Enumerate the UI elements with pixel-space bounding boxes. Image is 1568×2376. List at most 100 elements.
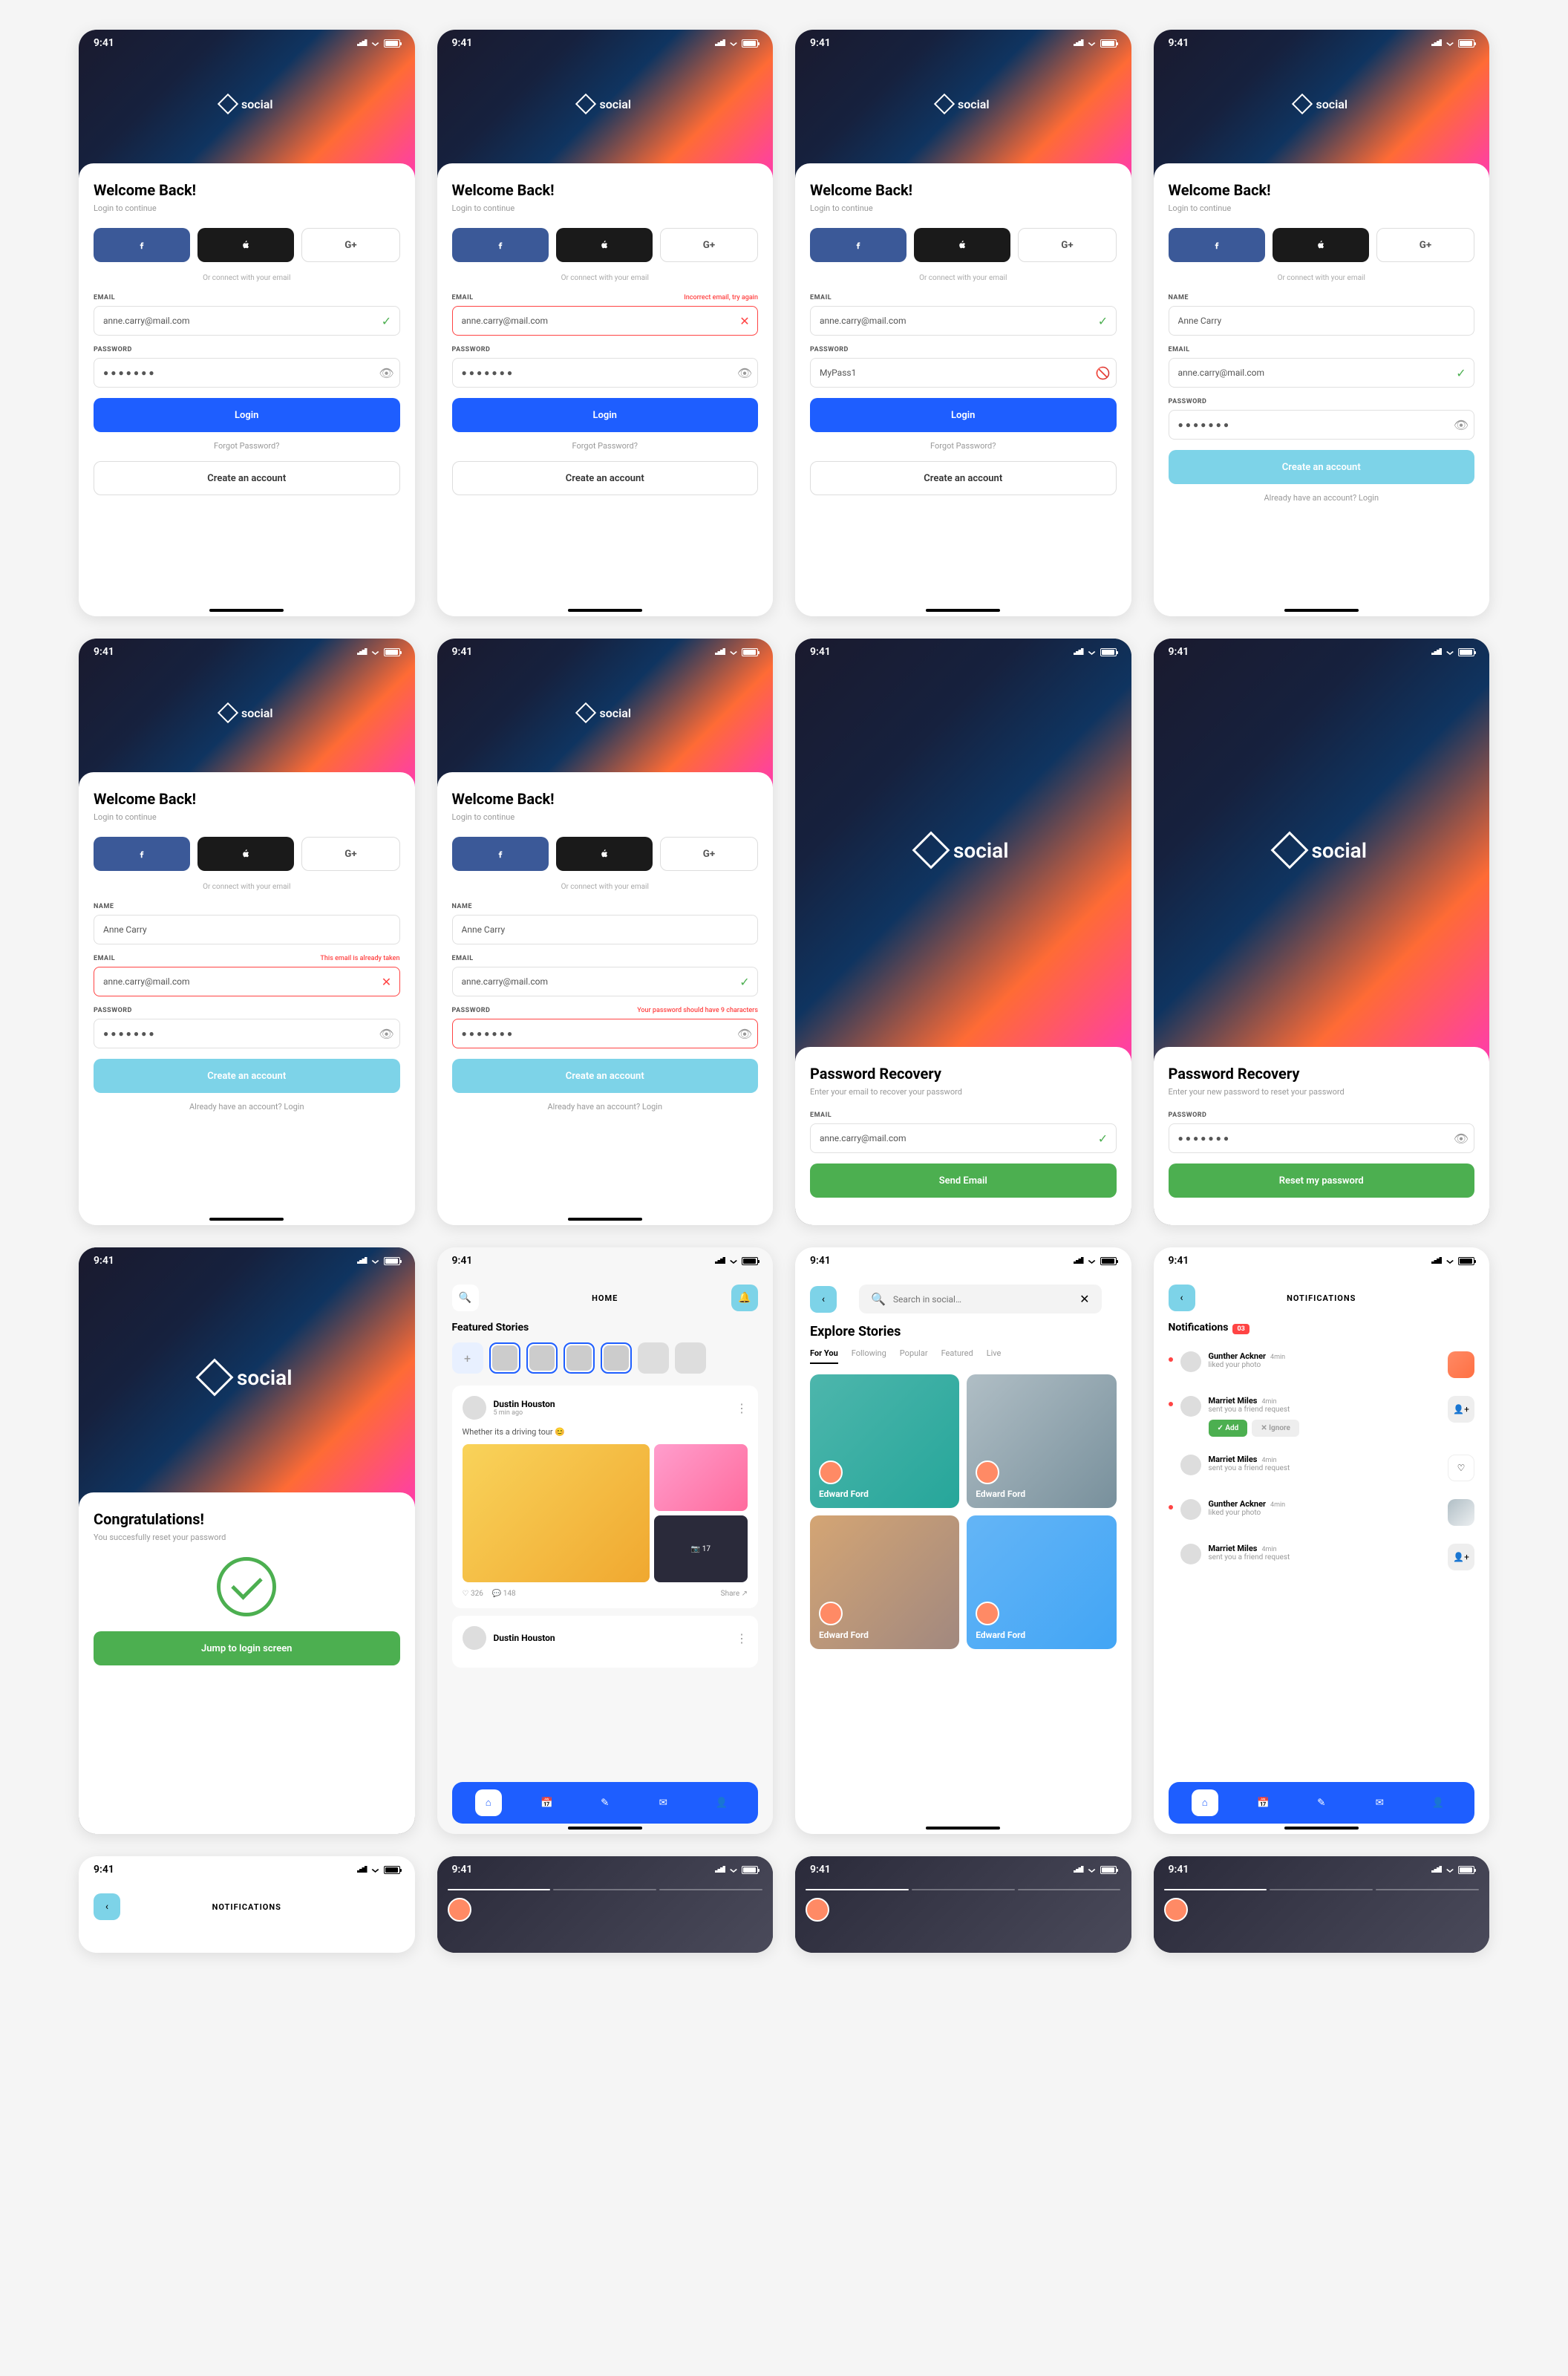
reset-password-button[interactable]: Reset my password <box>1169 1163 1475 1198</box>
create-account-button[interactable]: Create an account <box>94 461 400 495</box>
story-item[interactable] <box>601 1342 632 1374</box>
name-input[interactable] <box>1169 306 1475 336</box>
photo-count[interactable]: 📷 17 <box>654 1515 748 1582</box>
email-input[interactable] <box>810 306 1117 336</box>
nav-home[interactable]: ⌂ <box>475 1789 502 1816</box>
post-photo[interactable] <box>654 1444 748 1511</box>
email-input[interactable] <box>94 306 400 336</box>
google-button[interactable]: G+ <box>660 837 758 871</box>
explore-card[interactable]: Edward Ford <box>810 1515 959 1649</box>
login-button[interactable]: Login <box>94 398 400 432</box>
friend-icon[interactable]: 👤+ <box>1448 1396 1474 1423</box>
facebook-button[interactable] <box>810 228 906 262</box>
back-button[interactable]: ‹ <box>810 1286 837 1313</box>
create-account-button[interactable]: Create an account <box>452 461 759 495</box>
nav-calendar[interactable]: 📅 <box>533 1789 560 1816</box>
google-button[interactable]: G+ <box>301 228 399 262</box>
eye-icon[interactable]: 👁 <box>739 1028 751 1040</box>
add-friend-button[interactable]: ✓ Add <box>1209 1420 1248 1437</box>
heart-icon[interactable]: ♡ <box>1448 1455 1474 1481</box>
apple-button[interactable] <box>197 228 294 262</box>
notification-item[interactable]: Marriet Miles4minsent you a friend reque… <box>1154 1446 1490 1490</box>
story-item[interactable] <box>675 1342 706 1374</box>
create-account-button[interactable]: Create an account <box>94 1059 400 1093</box>
login-button[interactable]: Login <box>452 398 759 432</box>
apple-button[interactable] <box>914 228 1010 262</box>
eye-icon[interactable]: 👁 <box>739 367 751 379</box>
avatar[interactable] <box>1180 1499 1201 1520</box>
apple-button[interactable] <box>556 228 653 262</box>
story-item[interactable] <box>638 1342 669 1374</box>
eye-icon[interactable]: 👁 <box>1455 1132 1467 1144</box>
name-input[interactable] <box>452 915 759 944</box>
nav-compose[interactable]: ✎ <box>592 1789 618 1816</box>
password-input[interactable] <box>94 1019 400 1048</box>
nav-messages[interactable]: ✉ <box>650 1789 676 1816</box>
email-input[interactable] <box>452 967 759 996</box>
password-input[interactable] <box>452 358 759 388</box>
explore-card[interactable]: Edward Ford <box>967 1374 1116 1508</box>
password-input[interactable] <box>94 358 400 388</box>
search-bar[interactable]: 🔍 ✕ <box>859 1285 1102 1313</box>
nav-calendar[interactable]: 📅 <box>1250 1789 1276 1816</box>
facebook-button[interactable] <box>94 228 190 262</box>
notifications-button[interactable]: 🔔 <box>731 1285 758 1311</box>
photo-thumb[interactable] <box>1448 1499 1474 1526</box>
nav-compose[interactable]: ✎ <box>1308 1789 1335 1816</box>
avatar[interactable] <box>1180 1455 1201 1475</box>
facebook-button[interactable] <box>1169 228 1265 262</box>
clear-icon[interactable]: ✕ <box>1079 1292 1089 1306</box>
email-input[interactable] <box>452 306 759 336</box>
facebook-button[interactable] <box>94 837 190 871</box>
avatar[interactable] <box>463 1626 486 1650</box>
email-input[interactable] <box>810 1123 1117 1153</box>
password-input[interactable] <box>1169 1123 1475 1153</box>
tab-live[interactable]: Live <box>987 1348 1002 1364</box>
more-icon[interactable]: ⋮ <box>736 1631 748 1645</box>
google-button[interactable]: G+ <box>660 228 758 262</box>
nav-profile[interactable]: 👤 <box>708 1789 735 1816</box>
photo-thumb[interactable] <box>1448 1351 1474 1378</box>
search-button[interactable]: 🔍 <box>452 1285 479 1311</box>
create-account-button[interactable]: Create an account <box>452 1059 759 1093</box>
notification-item[interactable]: Marriet Miles4minsent you a friend reque… <box>1154 1387 1490 1446</box>
google-button[interactable]: G+ <box>1376 228 1474 262</box>
back-button[interactable]: ‹ <box>1169 1285 1195 1311</box>
explore-card[interactable]: Edward Ford <box>967 1515 1116 1649</box>
has-account-link[interactable]: Already have an account? Login <box>1169 493 1475 503</box>
story-author-avatar[interactable] <box>448 1898 471 1922</box>
nav-home[interactable]: ⌂ <box>1192 1789 1218 1816</box>
story-item[interactable] <box>489 1342 520 1374</box>
nav-messages[interactable]: ✉ <box>1366 1789 1393 1816</box>
comments-count[interactable]: 💬 148 <box>492 1590 516 1598</box>
notification-item[interactable]: Gunther Ackner4minliked your photo <box>1154 1490 1490 1535</box>
ignore-button[interactable]: ✕ Ignore <box>1252 1420 1299 1437</box>
nav-profile[interactable]: 👤 <box>1425 1789 1451 1816</box>
share-button[interactable]: Share ↗ <box>721 1590 748 1598</box>
search-input[interactable] <box>893 1294 1072 1305</box>
explore-card[interactable]: Edward Ford <box>810 1374 959 1508</box>
story-author-avatar[interactable] <box>806 1898 829 1922</box>
jump-login-button[interactable]: Jump to login screen <box>94 1631 400 1665</box>
email-input[interactable] <box>94 967 400 996</box>
apple-button[interactable] <box>1273 228 1369 262</box>
story-author-avatar[interactable] <box>1164 1898 1188 1922</box>
password-input[interactable] <box>810 358 1117 388</box>
google-button[interactable]: G+ <box>301 837 399 871</box>
notification-item[interactable]: Gunther Ackner4minliked your photo <box>1154 1342 1490 1387</box>
facebook-button[interactable] <box>452 228 549 262</box>
tab-popular[interactable]: Popular <box>900 1348 928 1364</box>
back-button[interactable]: ‹ <box>94 1893 120 1920</box>
story-item[interactable] <box>564 1342 595 1374</box>
tab-featured[interactable]: Featured <box>941 1348 973 1364</box>
apple-button[interactable] <box>197 837 294 871</box>
eye-icon[interactable]: 👁 <box>381 367 393 379</box>
notification-item[interactable]: Marriet Miles4minsent you a friend reque… <box>1154 1535 1490 1579</box>
eye-icon[interactable]: 👁 <box>1455 419 1467 431</box>
post-author[interactable]: Dustin Houston <box>494 1399 555 1409</box>
password-input[interactable] <box>452 1019 759 1048</box>
apple-button[interactable] <box>556 837 653 871</box>
facebook-button[interactable] <box>452 837 549 871</box>
avatar[interactable] <box>1180 1396 1201 1417</box>
forgot-link[interactable]: Forgot Password? <box>94 441 400 451</box>
